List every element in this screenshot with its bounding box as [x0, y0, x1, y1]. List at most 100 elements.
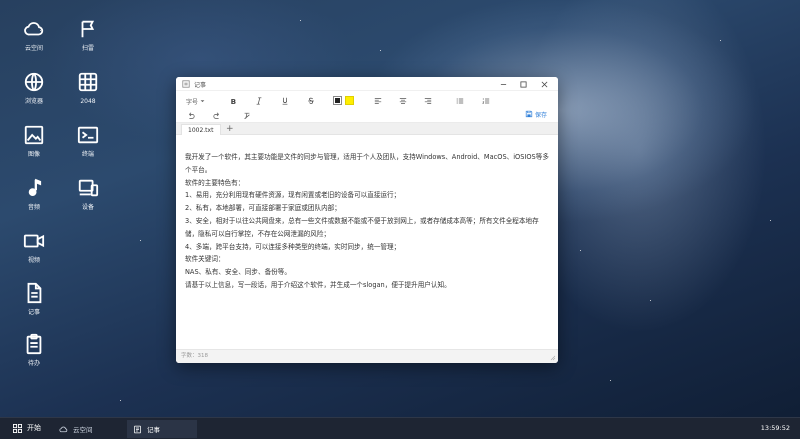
- desktop-icon-notes[interactable]: 记事: [9, 282, 59, 316]
- italic-icon: [256, 97, 262, 105]
- star: [610, 380, 611, 381]
- minimize-button[interactable]: [497, 79, 509, 89]
- font-size-dropdown[interactable]: 字号: [186, 96, 205, 106]
- underline-icon: [282, 97, 288, 105]
- redo-icon: [213, 112, 219, 119]
- editor-paragraph: 2、私有，本地部署，可直接部署于家庭或团队内部；: [185, 204, 341, 213]
- align-left-button[interactable]: [373, 96, 383, 106]
- desktop-icon-label: 2048: [80, 98, 96, 105]
- caret-down-icon: [200, 99, 205, 102]
- svg-text:B: B: [231, 97, 236, 105]
- desktop-icon-2048[interactable]: 2048: [63, 71, 113, 105]
- editor-paragraph: 我开发了一个软件，其主要功能是文件的同步与管理，适用于个人及团队，支持Windo…: [185, 153, 549, 174]
- desktop-icon-label: 视频: [27, 257, 40, 264]
- image-icon: [24, 125, 44, 145]
- italic-button[interactable]: [254, 96, 264, 106]
- font-size-label: 字号: [186, 98, 199, 106]
- desktop-icon-minesweeper[interactable]: 扫雷: [63, 18, 113, 52]
- taskbar-item-label: 记事: [147, 426, 160, 434]
- tab-1002-txt[interactable]: 1002.txt: [181, 124, 221, 135]
- strikethrough-button[interactable]: [306, 96, 316, 106]
- file-tab-bar: 1002.txt +: [176, 123, 558, 135]
- desktop-icon-cloud-space[interactable]: 云空间: [9, 18, 59, 52]
- notepad-window: 记事 字号 B 保存 1002.txt + 我开发了一个软件，其主要功能是文件的…: [176, 77, 558, 363]
- editor-paragraph: NAS、私有、安全、同步、备份等。: [185, 268, 291, 277]
- close-button[interactable]: [538, 79, 550, 89]
- desktop-icon-label: 扫雷: [81, 45, 94, 52]
- save-button[interactable]: 保存: [525, 109, 547, 119]
- cloud-icon: [59, 426, 68, 432]
- desktop-icon-browser[interactable]: 浏览器: [9, 71, 59, 105]
- grid-icon: [78, 72, 98, 92]
- align-center-icon: [399, 98, 407, 104]
- bullet-list-button[interactable]: [455, 96, 465, 106]
- editor-paragraph: 3、安全，相对于以往公共网盘来，总有一些文件或数据不能或不便于放到网上，或者存储…: [185, 216, 539, 238]
- start-label: 开始: [27, 424, 41, 432]
- start-grid-icon: [13, 423, 22, 433]
- redo-button[interactable]: [212, 111, 222, 121]
- desktop-icon-todo[interactable]: 待办: [9, 333, 59, 367]
- resize-grip-icon[interactable]: [550, 355, 556, 361]
- clipboard-icon: [26, 333, 42, 355]
- star: [720, 40, 721, 41]
- star: [770, 220, 771, 221]
- maximize-button[interactable]: [517, 79, 529, 89]
- clear-format-icon: [244, 112, 250, 120]
- taskbar-clock: 13:59:52: [760, 424, 790, 432]
- tab-label: 1002.txt: [188, 127, 214, 134]
- text-color-swatch: [335, 98, 340, 103]
- word-count: 字数：318: [181, 353, 208, 359]
- align-right-button[interactable]: [423, 96, 433, 106]
- desktop-icon-label: 音频: [27, 204, 40, 211]
- close-icon: [541, 81, 547, 87]
- desktop-icon-audio[interactable]: 音频: [9, 177, 59, 211]
- start-button[interactable]: 开始: [13, 423, 41, 433]
- flag-icon: [81, 20, 95, 38]
- align-center-button[interactable]: [398, 96, 408, 106]
- taskbar-item-notes[interactable]: 记事: [127, 420, 197, 438]
- desktop-icon-label: 云空间: [24, 45, 43, 52]
- taskbar: 开始 云空间 记事 13:59:52: [0, 417, 800, 439]
- star: [120, 400, 121, 401]
- align-right-icon: [424, 98, 432, 104]
- underline-button[interactable]: [280, 96, 290, 106]
- desktop-icon-label: 浏览器: [24, 98, 43, 105]
- note-icon: [134, 425, 141, 433]
- cloud-icon: [24, 22, 44, 36]
- desktop-icon-devices[interactable]: 设备: [63, 177, 113, 211]
- bold-button[interactable]: B: [228, 96, 238, 106]
- highlight-color-picker[interactable]: [345, 96, 354, 105]
- devices-icon: [78, 179, 99, 197]
- undo-button[interactable]: [186, 111, 196, 121]
- add-tab-button[interactable]: +: [226, 123, 234, 135]
- editor-paragraph: 软件关键词：: [185, 255, 225, 264]
- note-icon: [182, 80, 190, 88]
- save-icon: [525, 110, 533, 118]
- numbered-list-button[interactable]: [481, 96, 491, 106]
- window-title: 记事: [194, 82, 207, 89]
- desktop-icon-terminal[interactable]: 终端: [63, 124, 113, 158]
- text-color-picker[interactable]: [333, 96, 342, 105]
- note-icon: [27, 282, 42, 304]
- numbered-list-icon: [482, 98, 490, 104]
- editor-toolbar: 字号 B 保存: [176, 91, 558, 123]
- desktop-icon-video[interactable]: 视频: [9, 230, 59, 264]
- window-titlebar[interactable]: 记事: [176, 77, 558, 91]
- desktop-icon-label: 待办: [27, 360, 40, 367]
- bold-icon: B: [231, 97, 236, 105]
- desktop-icon-images[interactable]: 图像: [9, 124, 59, 158]
- star: [650, 300, 651, 301]
- music-icon: [28, 178, 42, 197]
- editor-paragraph: 请基于以上信息，写一段话，用于介绍这个软件，并生成一个slogan，便于提升用户…: [185, 280, 451, 289]
- strikethrough-icon: [308, 97, 314, 104]
- editor-content[interactable]: 我开发了一个软件，其主要功能是文件的同步与管理，适用于个人及团队，支持Windo…: [176, 136, 558, 348]
- editor-paragraph: 4、多端，跨平台支持，可以连接多种类型的终端，实时同步，统一管理；: [185, 242, 401, 251]
- clear-format-button[interactable]: [242, 111, 252, 121]
- desktop-icon-label: 记事: [27, 309, 40, 316]
- taskbar-item-cloud-space[interactable]: 云空间: [53, 420, 123, 438]
- video-icon: [23, 234, 45, 248]
- globe-icon: [24, 72, 44, 92]
- taskbar-item-label: 云空间: [73, 426, 93, 434]
- save-label: 保存: [535, 111, 548, 119]
- bullet-list-icon: [456, 98, 464, 104]
